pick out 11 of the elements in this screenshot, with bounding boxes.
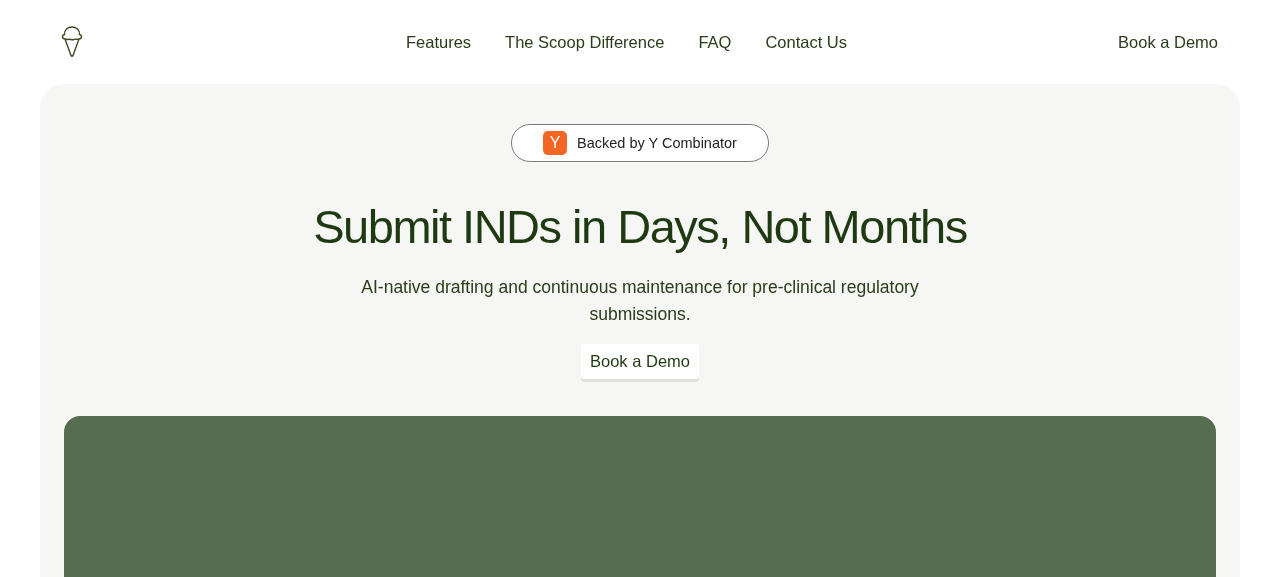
hero-title: Submit INDs in Days, Not Months: [313, 199, 967, 255]
ice-cream-logo-icon[interactable]: [60, 26, 84, 58]
book-demo-link[interactable]: Book a Demo: [1118, 32, 1218, 52]
nav-link[interactable]: Features: [405, 32, 472, 52]
book-demo-button[interactable]: Book a Demo: [581, 344, 699, 379]
nav-link[interactable]: FAQ: [698, 32, 732, 52]
badge-label: Backed by Y Combinator: [577, 135, 737, 151]
hero-subtitle: AI-native drafting and continuous maintenance for pre-clinical regulatory submissions.: [360, 276, 920, 326]
nav-link[interactable]: The Scoop Difference: [505, 32, 665, 52]
y-logo-icon: Y: [543, 131, 568, 155]
nav-link[interactable]: Contact Us: [765, 32, 848, 52]
